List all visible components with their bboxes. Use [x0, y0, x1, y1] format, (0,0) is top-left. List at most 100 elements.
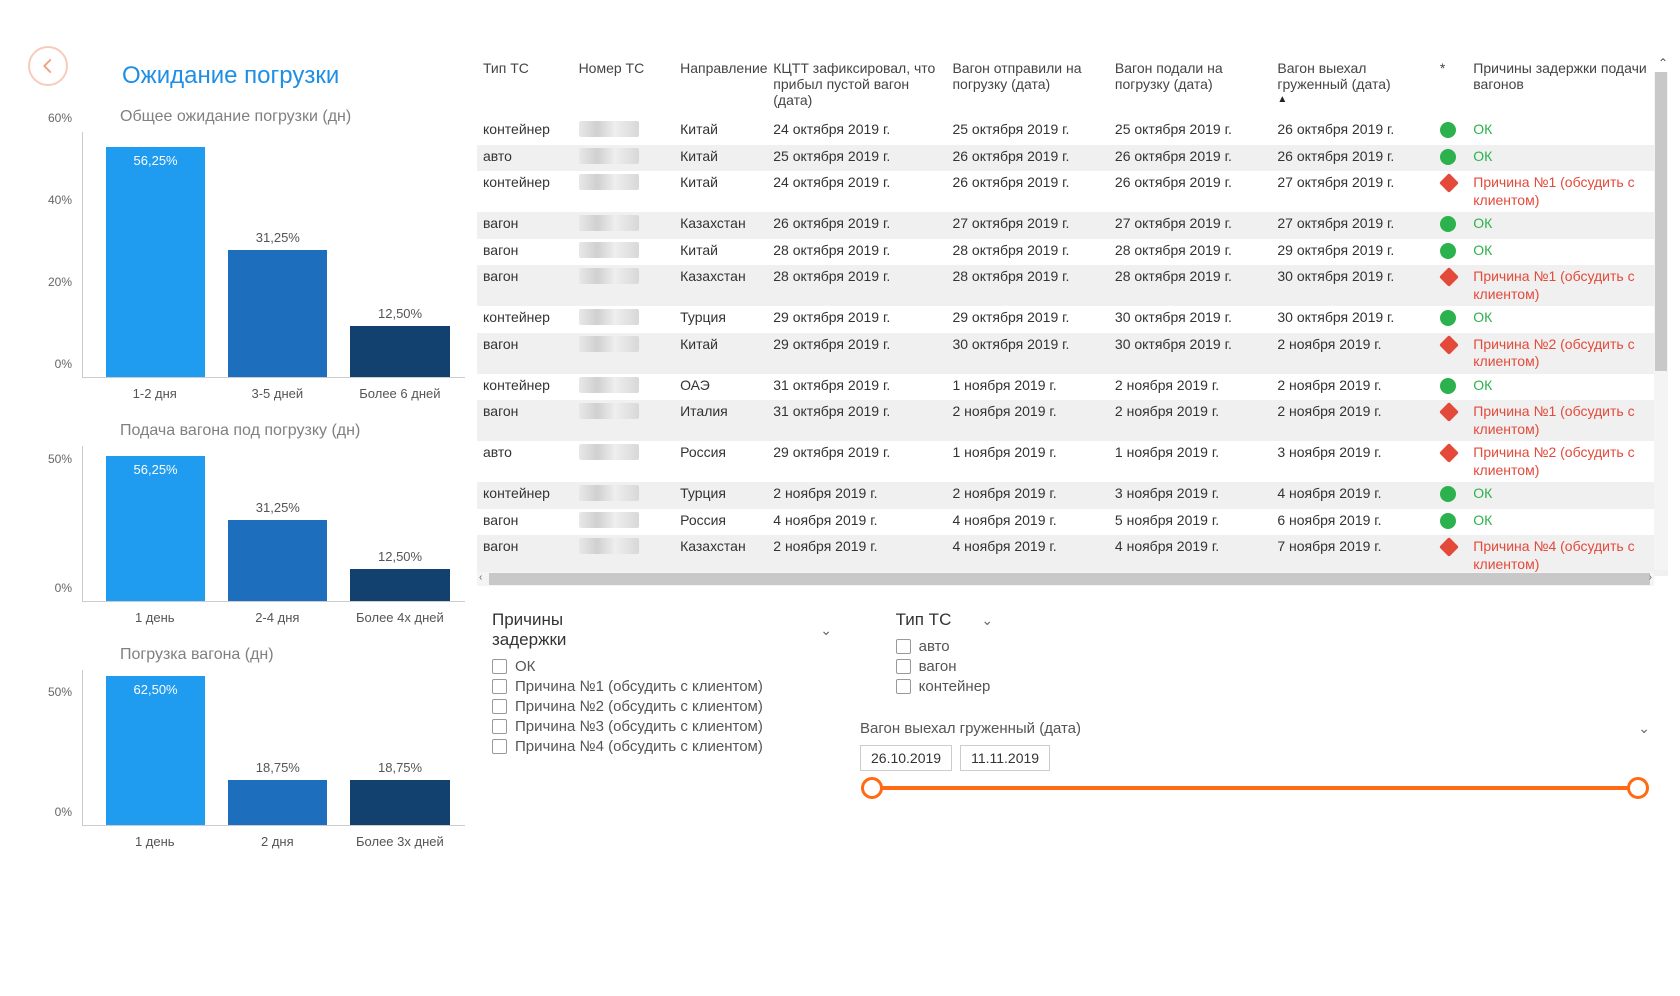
cell-type: вагон — [477, 239, 573, 266]
col-reason[interactable]: Причины задержки подачи вагонов — [1467, 56, 1668, 118]
filter-checkbox[interactable]: авто — [896, 638, 1136, 655]
table-row[interactable]: контейнерКитай24 октября 2019 г.26 октяб… — [477, 171, 1668, 212]
table-row[interactable]: вагонКитай29 октября 2019 г.30 октября 2… — [477, 333, 1668, 374]
filter-checkbox[interactable]: вагон — [896, 658, 1136, 675]
chart-plot[interactable]: 0% 50% 56,25% 31,25% 12,50% 1 день 2-4 д… — [20, 446, 465, 632]
chart-delivery: Подача вагона под погрузку (дн) 0% 50% 5… — [20, 422, 465, 632]
col-d3[interactable]: Вагон подали на погрузку (дата) — [1109, 56, 1271, 118]
redacted-value — [579, 309, 639, 325]
table-row[interactable]: вагонКазахстан26 октября 2019 г.27 октяб… — [477, 212, 1668, 239]
cell-direction: Казахстан — [674, 265, 767, 306]
x-label: Более 4х дней — [350, 610, 450, 625]
chart-total-wait: Общее ожидание погрузки (дн) 0% 20% 40% … — [20, 108, 465, 408]
table-row[interactable]: автоКитай25 октября 2019 г.26 октября 20… — [477, 145, 1668, 172]
table-row[interactable]: вагонКитай28 октября 2019 г.28 октября 2… — [477, 239, 1668, 266]
filter-header-reasons[interactable]: Причины задержки ⌄ — [492, 610, 832, 650]
status-ok-icon — [1440, 243, 1456, 259]
filter-checkbox[interactable]: Причина №1 (обсудить с клиентом) — [492, 678, 832, 695]
status-warn-icon — [1439, 402, 1459, 422]
cell-reason: ОК — [1467, 239, 1668, 266]
cell-number — [573, 306, 675, 333]
chart-bar[interactable]: 56,25% — [106, 147, 205, 377]
vertical-scrollbar[interactable] — [1654, 72, 1668, 570]
table-row[interactable]: вагонКазахстан28 октября 2019 г.28 октяб… — [477, 265, 1668, 306]
bar-label: 12,50% — [350, 549, 449, 564]
chart-bar[interactable]: 12,50% — [350, 326, 449, 377]
table-row[interactable]: вагонИталия31 октября 2019 г.2 ноября 20… — [477, 400, 1668, 441]
table-row[interactable]: контейнерОАЭ31 октября 2019 г.1 ноября 2… — [477, 374, 1668, 401]
filter-checkbox[interactable]: ОК — [492, 658, 832, 675]
table-row[interactable]: вагонКазахстан2 ноября 2019 г.4 ноября 2… — [477, 535, 1668, 576]
scrollbar-thumb[interactable] — [489, 573, 1650, 585]
col-d4[interactable]: Вагон выехал груженный (дата)▲ — [1271, 56, 1433, 118]
chart-plot[interactable]: 0% 50% 62,50% 18,75% 18,75% 1 день 2 дня… — [20, 670, 465, 856]
filter-header-vehicle[interactable]: Тип ТС ⌄ — [896, 610, 1136, 630]
cell-d3: 3 ноября 2019 г. — [1109, 482, 1271, 509]
chart-bar[interactable]: 18,75% — [228, 780, 327, 825]
cell-direction: ОАЭ — [674, 374, 767, 401]
cell-type: вагон — [477, 265, 573, 306]
cell-d2: 28 октября 2019 г. — [946, 265, 1108, 306]
y-tick: 50% — [48, 685, 72, 699]
cell-number — [573, 441, 675, 482]
redacted-value — [579, 377, 639, 393]
chart-bar[interactable]: 31,25% — [228, 250, 327, 377]
col-d1[interactable]: КЦТТ зафиксировал, что прибыл пустой ваг… — [767, 56, 946, 118]
scrollbar-thumb[interactable] — [1655, 72, 1667, 371]
chart-bar[interactable]: 12,50% — [350, 569, 449, 601]
chart-title: Подача вагона под погрузку (дн) — [20, 422, 465, 440]
date-to-input[interactable]: 11.11.2019 — [960, 745, 1050, 771]
cell-d3: 25 октября 2019 г. — [1109, 118, 1271, 145]
col-type[interactable]: Тип ТС — [477, 56, 573, 118]
table-header: Тип ТС Номер ТС Направление КЦТТ зафикси… — [477, 56, 1668, 118]
col-star[interactable]: * — [1434, 56, 1467, 118]
col-number[interactable]: Номер ТС — [573, 56, 675, 118]
page-title: Ожидание погрузки — [122, 62, 339, 90]
date-slider[interactable] — [860, 785, 1650, 791]
chart-plot[interactable]: 0% 20% 40% 60% 56,25% 31,25% 12,50% 1-2 … — [20, 132, 465, 408]
chart-bar[interactable]: 31,25% — [228, 520, 327, 601]
horizontal-scrollbar[interactable]: ‹ › — [477, 572, 1654, 586]
table-row[interactable]: контейнерТурция29 октября 2019 г.29 октя… — [477, 306, 1668, 333]
checkbox-label: контейнер — [919, 678, 991, 695]
table-row[interactable]: контейнерТурция2 ноября 2019 г.2 ноября … — [477, 482, 1668, 509]
filter-checkbox[interactable]: контейнер — [896, 678, 1136, 695]
cell-d2: 26 октября 2019 г. — [946, 171, 1108, 212]
date-from-input[interactable]: 26.10.2019 — [860, 745, 952, 771]
cell-d1: 29 октября 2019 г. — [767, 306, 946, 333]
chart-bar[interactable]: 56,25% — [106, 456, 205, 601]
filter-checkbox[interactable]: Причина №2 (обсудить с клиентом) — [492, 698, 832, 715]
scroll-left-icon[interactable]: ‹ — [479, 572, 482, 583]
cell-d4: 26 октября 2019 г. — [1271, 118, 1433, 145]
col-direction[interactable]: Направление — [674, 56, 767, 118]
table-row[interactable]: контейнерКитай24 октября 2019 г.25 октяб… — [477, 118, 1668, 145]
chart-bar[interactable]: 62,50% — [106, 676, 205, 825]
filter-checkbox[interactable]: Причина №3 (обсудить с клиентом) — [492, 718, 832, 735]
checkbox-label: ОК — [515, 658, 535, 675]
bar-label: 56,25% — [106, 153, 205, 168]
checkbox-icon — [492, 659, 507, 674]
cell-type: контейнер — [477, 118, 573, 145]
chart-title: Погрузка вагона (дн) — [20, 646, 465, 664]
y-tick: 40% — [48, 193, 72, 207]
table-row[interactable]: вагонРоссия4 ноября 2019 г.4 ноября 2019… — [477, 509, 1668, 536]
back-button[interactable] — [28, 46, 68, 86]
slider-handle-to[interactable] — [1627, 777, 1649, 799]
data-table: Тип ТС Номер ТС Направление КЦТТ зафикси… — [477, 56, 1668, 586]
col-d2[interactable]: Вагон отправили на погрузку (дата) — [946, 56, 1108, 118]
status-warn-icon — [1439, 267, 1459, 287]
table-row[interactable]: автоРоссия29 октября 2019 г.1 ноября 201… — [477, 441, 1668, 482]
cell-type: вагон — [477, 333, 573, 374]
filter-vehicle: Тип ТС ⌄ авто вагон контейнер — [896, 610, 1136, 698]
cell-d4: 2 ноября 2019 г. — [1271, 400, 1433, 441]
chevron-down-icon: ⌄ — [981, 612, 993, 629]
checkbox-label: Причина №4 (обсудить с клиентом) — [515, 738, 763, 755]
filter-date-range: Вагон выехал груженный (дата) ⌄ 26.10.20… — [860, 720, 1650, 791]
filter-header-date[interactable]: Вагон выехал груженный (дата) ⌄ — [860, 720, 1650, 737]
chart-bar[interactable]: 18,75% — [350, 780, 449, 825]
scroll-right-icon[interactable]: › — [1649, 572, 1652, 583]
filter-checkbox[interactable]: Причина №4 (обсудить с клиентом) — [492, 738, 832, 755]
cell-status — [1434, 118, 1467, 145]
cell-type: контейнер — [477, 482, 573, 509]
slider-handle-from[interactable] — [861, 777, 883, 799]
